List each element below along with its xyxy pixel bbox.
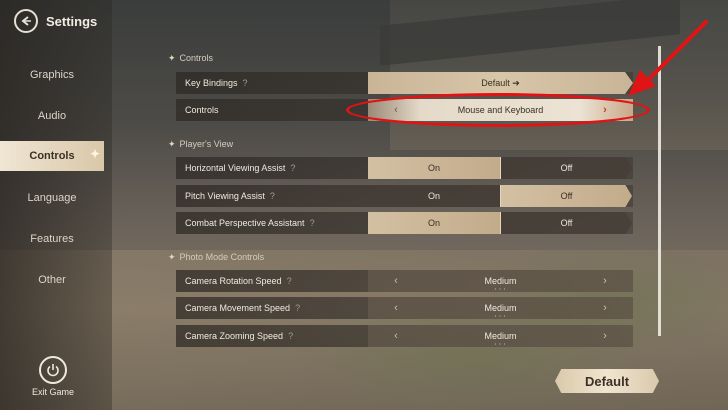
annotation-arrow: [628, 20, 708, 96]
